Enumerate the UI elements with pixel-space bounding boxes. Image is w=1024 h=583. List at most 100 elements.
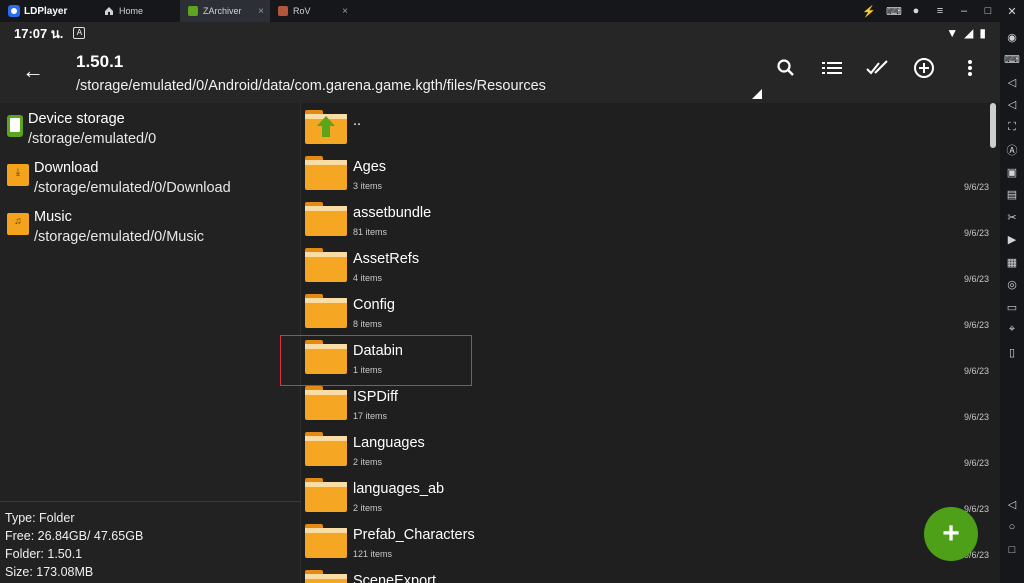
file-name: Languages — [353, 435, 425, 451]
highlight-box — [280, 335, 472, 386]
more-vert-icon[interactable] — [958, 56, 982, 80]
account-icon[interactable]: ● — [910, 5, 922, 17]
add-circle-icon[interactable] — [912, 56, 936, 80]
app-logo: LDPlayer — [0, 5, 92, 17]
info-size: Size: 173.08MB — [5, 565, 94, 579]
modified-date: 9/6/23 — [964, 228, 990, 238]
modified-date: 9/6/23 — [964, 366, 990, 376]
item-count: 2 items — [353, 457, 383, 467]
location-path: /storage/emulated/0/Download — [34, 180, 231, 196]
scissors-icon[interactable]: ✂ — [1000, 206, 1024, 229]
tab-rov[interactable]: RoV × — [270, 0, 354, 22]
device-storage-icon — [7, 115, 23, 137]
keyboard-icon[interactable]: ⌨ — [1000, 49, 1024, 72]
locations-pane: Device storage /storage/emulated/0 ⤓ Dow… — [0, 103, 301, 583]
tab-close-icon[interactable]: × — [258, 6, 264, 17]
tab-rov-label: RoV — [293, 6, 311, 16]
file-name: ISPDiff — [353, 389, 398, 405]
list-item[interactable]: AssetRefs 4 items 9/6/23 — [302, 241, 992, 287]
sync-icon[interactable]: ▦ — [1000, 251, 1024, 274]
download-folder-icon: ⤓ — [7, 164, 29, 186]
location-icon[interactable]: ⌖ — [1000, 319, 1024, 342]
battery-icon: ▮ — [979, 26, 986, 40]
file-name: Prefab_Characters — [353, 527, 475, 543]
video-icon[interactable]: ▶ — [1000, 229, 1024, 252]
home-icon — [104, 6, 114, 16]
file-name: languages_ab — [353, 481, 445, 497]
toolbar-spacer — [1000, 364, 1024, 494]
list-item[interactable]: languages_ab 2 items 9/6/23 — [302, 471, 992, 517]
location-device-storage[interactable]: Device storage /storage/emulated/0 — [0, 103, 300, 152]
minimize-icon[interactable]: – — [958, 5, 970, 17]
apk-install-icon[interactable]: Ⓐ — [1000, 139, 1024, 162]
rotate-icon[interactable]: ◎ — [1000, 274, 1024, 297]
back-arrow-icon[interactable]: ← — [22, 58, 44, 84]
tab-close-icon[interactable]: × — [342, 6, 348, 17]
file-name: assetbundle — [353, 205, 432, 221]
item-count: 8 items — [353, 319, 383, 329]
list-item[interactable]: Ages 3 items 9/6/23 — [302, 149, 992, 195]
performance-icon[interactable]: ⚡ — [862, 5, 876, 18]
parent-folder-icon — [305, 110, 347, 144]
tab-zarchiver-label: ZArchiver — [203, 6, 242, 16]
location-music[interactable]: ♫ Music /storage/emulated/0/Music — [0, 201, 300, 250]
folder-icon — [305, 248, 347, 282]
multi-select-icon[interactable] — [866, 56, 890, 80]
close-window-icon[interactable]: ✕ — [1006, 5, 1018, 18]
shake-icon[interactable]: ▯ — [1000, 341, 1024, 364]
modified-date: 9/6/23 — [964, 320, 990, 330]
item-count: 2 items — [353, 503, 383, 513]
fab-add-button[interactable]: + — [924, 507, 978, 561]
maximize-icon[interactable]: □ — [982, 5, 994, 17]
tab-home[interactable]: Home — [92, 0, 180, 22]
list-view-icon[interactable] — [820, 56, 844, 80]
clock: 17:07 น. — [14, 25, 64, 41]
file-name: Ages — [353, 159, 387, 175]
gamepad-icon[interactable]: ⌨ — [886, 5, 902, 18]
current-path: /storage/emulated/0/Android/data/com.gar… — [76, 78, 546, 94]
search-icon[interactable] — [774, 56, 798, 80]
file-name: .. — [353, 113, 362, 129]
location-path: /storage/emulated/0/Music — [34, 229, 205, 245]
list-item[interactable]: assetbundle 81 items 9/6/23 — [302, 195, 992, 241]
list-item[interactable]: Config 8 items 9/6/23 — [302, 287, 992, 333]
nav-recents-icon[interactable]: □ — [1000, 539, 1024, 562]
path-dropdown-corner-icon[interactable] — [752, 89, 762, 99]
settings-dot-icon[interactable]: ◉ — [1000, 26, 1024, 49]
item-count: 17 items — [353, 411, 388, 421]
folder-icon[interactable]: ▭ — [1000, 296, 1024, 319]
status-icons: ▼ ◢ ▮ — [946, 26, 986, 40]
page-title: 1.50.1 — [76, 52, 124, 71]
nav-home-icon[interactable]: ○ — [1000, 516, 1024, 539]
music-folder-icon: ♫ — [7, 213, 29, 235]
window-controls: ⚡ ⌨ ● ≡ – □ ✕ — [862, 0, 1018, 22]
menu-icon[interactable]: ≡ — [934, 5, 946, 17]
volume-down-icon[interactable]: ◁ — [1000, 94, 1024, 117]
location-download[interactable]: ⤓ Download /storage/emulated/0/Download — [0, 152, 300, 201]
item-count: 121 items — [353, 549, 393, 559]
item-count: 3 items — [353, 181, 383, 191]
record-icon[interactable]: ▣ — [1000, 161, 1024, 184]
nav-back-icon[interactable]: ◁ — [1000, 494, 1024, 517]
volume-up-icon[interactable]: ◁ — [1000, 71, 1024, 94]
modified-date: 9/6/23 — [964, 412, 990, 422]
scrollbar[interactable] — [990, 103, 996, 148]
modified-date: 9/6/23 — [964, 274, 990, 284]
list-item[interactable]: SceneExport — [302, 563, 992, 583]
list-item[interactable]: Languages 2 items 9/6/23 — [302, 425, 992, 471]
file-name: Config — [353, 297, 395, 313]
macro-icon[interactable]: ▤ — [1000, 184, 1024, 207]
list-item[interactable]: Prefab_Characters 121 items 9/6/23 — [302, 517, 992, 563]
location-path: /storage/emulated/0 — [28, 131, 157, 147]
notification-a-icon: A — [73, 27, 86, 39]
tab-home-label: Home — [119, 6, 144, 16]
signal-icon: ◢ — [964, 26, 974, 40]
wifi-icon: ▼ — [946, 26, 959, 40]
android-screen: 17:07 น. A ▼ ◢ ▮ ← 1.50.1 /storage/emula… — [0, 22, 1000, 583]
app-bar: ← 1.50.1 /storage/emulated/0/Android/dat… — [0, 44, 1000, 103]
screenshot-icon[interactable]: ⛶ — [1000, 116, 1024, 139]
tab-zarchiver[interactable]: ZArchiver × — [180, 0, 270, 22]
emulator-titlebar: LDPlayer Home ZArchiver × RoV × ⚡ ⌨ ● ≡ … — [0, 0, 1024, 22]
location-name: Device storage — [28, 111, 125, 127]
list-item-parent[interactable]: .. — [302, 103, 992, 149]
